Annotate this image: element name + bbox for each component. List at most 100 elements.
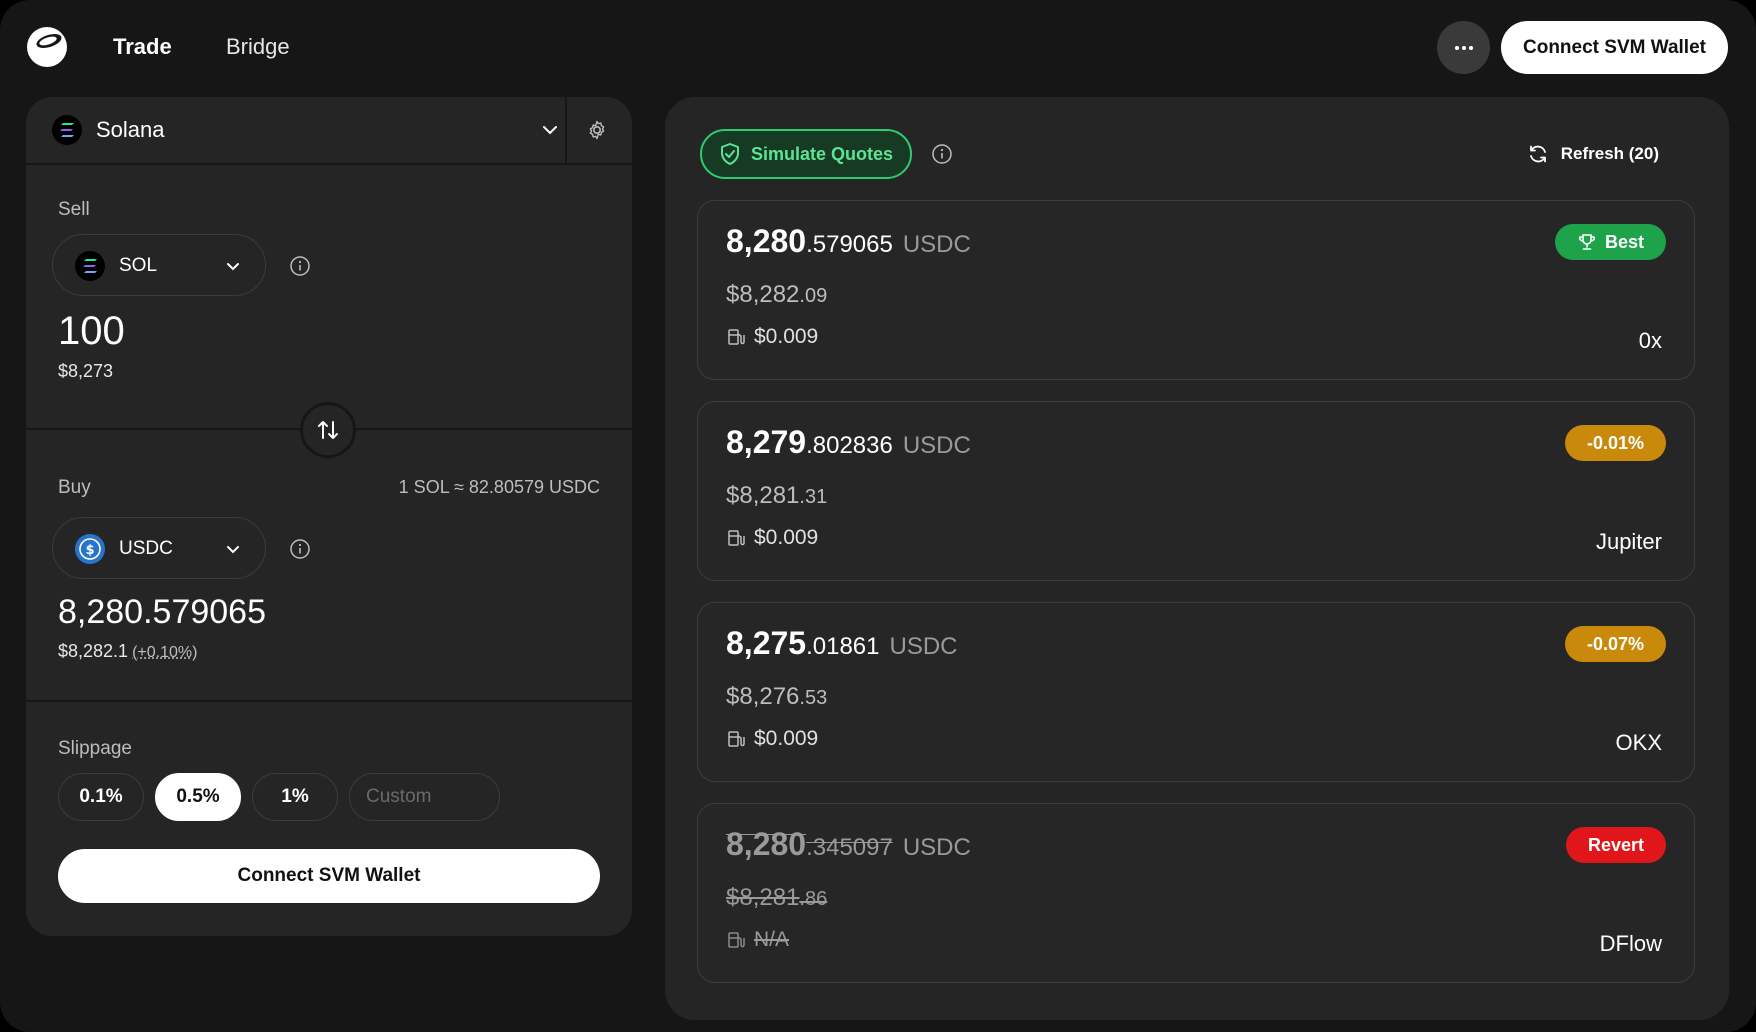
- refresh-label: Refresh (20): [1560, 144, 1659, 163]
- quote-usd: $8,281.31: [726, 482, 827, 510]
- quote-provider: DFlow: [1599, 931, 1662, 956]
- connect-wallet-button-top[interactable]: Connect SVM Wallet: [1501, 21, 1728, 74]
- quote-provider: OKX: [1615, 730, 1662, 755]
- chain-selector[interactable]: Solana: [26, 97, 632, 165]
- refresh-icon: [1529, 145, 1546, 163]
- quote-usd-dec: .31: [799, 486, 828, 508]
- quote-usd: $8,276.53: [726, 683, 827, 711]
- quote-usd-int: $8,276: [726, 683, 800, 710]
- info-icon[interactable]: [289, 538, 311, 560]
- sell-token-select[interactable]: SOL: [52, 234, 266, 296]
- quote-gas: $0.009: [726, 526, 818, 550]
- quote-amount: 8,275.01861 USDC: [726, 625, 958, 662]
- quote-usd-dec: .86: [799, 888, 828, 910]
- gas-pump-icon: [728, 731, 745, 747]
- quote-amount-int: 8,280: [726, 826, 807, 862]
- buy-token-name: USDC: [119, 538, 173, 559]
- quote-unit: USDC: [902, 432, 971, 459]
- info-icon[interactable]: [289, 255, 311, 277]
- shield-check-icon: [720, 143, 739, 165]
- quote-usd: $8,281.86: [726, 884, 827, 912]
- connect-wallet-button[interactable]: Connect SVM Wallet: [58, 849, 600, 903]
- simulate-quotes-toggle[interactable]: Simulate Quotes: [700, 129, 912, 179]
- quote-usd-int: $8,282: [726, 281, 800, 308]
- swap-panel: Solana Sell SOL 100 $8,273 Buy 1 SOL ≈ 8…: [26, 97, 632, 936]
- sol-token-icon: [75, 251, 105, 281]
- exchange-rate: 1 SOL ≈ 82.80579 USDC: [398, 477, 600, 497]
- usdc-token-icon: $: [75, 534, 105, 564]
- app-window: Trade Bridge Connect SVM Wallet Solana S…: [0, 0, 1756, 1032]
- badge-label: Best: [1604, 231, 1644, 252]
- trophy-icon: [1579, 234, 1595, 250]
- swap-arrows-icon: [318, 421, 338, 439]
- quote-amount-int: 8,275: [726, 625, 807, 661]
- quote-unit: USDC: [902, 834, 971, 861]
- gear-icon[interactable]: [586, 119, 608, 141]
- quote-usd: $8,282.09: [726, 281, 827, 309]
- quote-gas: $0.009: [726, 727, 818, 751]
- quotes-panel: Simulate Quotes Refresh (20) 8,280.57906…: [665, 97, 1729, 1020]
- quote-amount-dec: .345097: [806, 834, 893, 861]
- sell-amount[interactable]: 100: [58, 309, 125, 354]
- quote-amount-dec: .01861: [806, 633, 880, 660]
- tab-bridge[interactable]: Bridge: [226, 34, 290, 60]
- sell-usd-value: $8,273: [58, 361, 114, 381]
- slippage-option-0-1[interactable]: 0.1%: [58, 773, 144, 821]
- chain-name: Solana: [96, 117, 165, 142]
- chevron-down-icon: [543, 126, 557, 135]
- gas-pump-icon: [728, 329, 745, 345]
- svg-text:$: $: [85, 543, 94, 558]
- tab-trade[interactable]: Trade: [113, 34, 172, 60]
- quote-usd-int: $8,281: [726, 482, 800, 509]
- swap-direction-button[interactable]: [300, 402, 356, 458]
- refresh-button[interactable]: Refresh (20): [1527, 143, 1659, 165]
- buy-amount: 8,280.579065: [58, 593, 266, 631]
- gas-pump-icon: [728, 530, 745, 546]
- slippage-label: Slippage: [58, 738, 132, 759]
- buy-usd-amount: $8,282.1: [58, 641, 129, 661]
- more-dots-icon: [1454, 45, 1473, 50]
- quote-card-0x[interactable]: 8,280.579065 USDC $8,282.09 $0.009 0x Bes…: [697, 200, 1695, 380]
- quote-provider: 0x: [1638, 328, 1662, 353]
- quote-amount: 8,280.345097 USDC: [726, 826, 971, 863]
- quote-usd-int: $8,281: [726, 884, 800, 911]
- quote-gas-value: $0.009: [754, 727, 819, 750]
- quote-card-jupiter[interactable]: 8,279.802836 USDC $8,281.31 $0.009 Jupite…: [697, 401, 1695, 581]
- quote-amount: 8,280.579065 USDC: [726, 223, 971, 260]
- chevron-down-icon: [227, 546, 239, 554]
- quote-amount: 8,279.802836 USDC: [726, 424, 971, 461]
- gas-pump-icon: [728, 932, 745, 948]
- chain-bar-divider: [565, 97, 567, 163]
- app-logo[interactable]: [26, 26, 68, 68]
- slippage-option-1[interactable]: 1%: [252, 773, 338, 821]
- quote-provider: Jupiter: [1595, 529, 1662, 554]
- info-icon[interactable]: [931, 143, 953, 165]
- quote-gas-value: N/A: [754, 928, 790, 951]
- quote-gas: N/A: [726, 928, 789, 952]
- sell-token-name: SOL: [119, 255, 158, 276]
- revert-badge: Revert: [1565, 827, 1666, 863]
- sell-label: Sell: [58, 199, 90, 220]
- price-diff-badge: -0.07%: [1564, 626, 1666, 662]
- section-divider: [26, 700, 632, 702]
- quote-gas: $0.009: [726, 325, 818, 349]
- quote-usd-dec: .53: [799, 687, 828, 709]
- quote-unit: USDC: [902, 231, 971, 258]
- chevron-down-icon: [227, 263, 239, 271]
- quote-unit: USDC: [889, 633, 958, 660]
- slippage-option-0-5[interactable]: 0.5%: [155, 773, 241, 821]
- quote-card-okx[interactable]: 8,275.01861 USDC $8,276.53 $0.009 OKX -0.…: [697, 602, 1695, 782]
- quote-gas-value: $0.009: [754, 526, 819, 549]
- price-diff-badge: -0.01%: [1564, 425, 1666, 461]
- quote-amount-int: 8,279: [726, 424, 807, 460]
- solana-icon: [52, 115, 82, 145]
- quote-usd-dec: .09: [799, 285, 828, 307]
- quote-gas-value: $0.009: [754, 325, 819, 348]
- quote-card-dflow[interactable]: 8,280.345097 USDC $8,281.86 N/A DFlow Rev…: [697, 803, 1695, 983]
- best-badge: Best: [1554, 224, 1666, 260]
- slippage-custom-input[interactable]: [349, 773, 500, 821]
- quote-amount-int: 8,280: [726, 223, 807, 259]
- buy-label: Buy: [58, 477, 91, 498]
- more-options-button[interactable]: [1437, 21, 1490, 74]
- buy-token-select[interactable]: $ USDC: [52, 517, 266, 579]
